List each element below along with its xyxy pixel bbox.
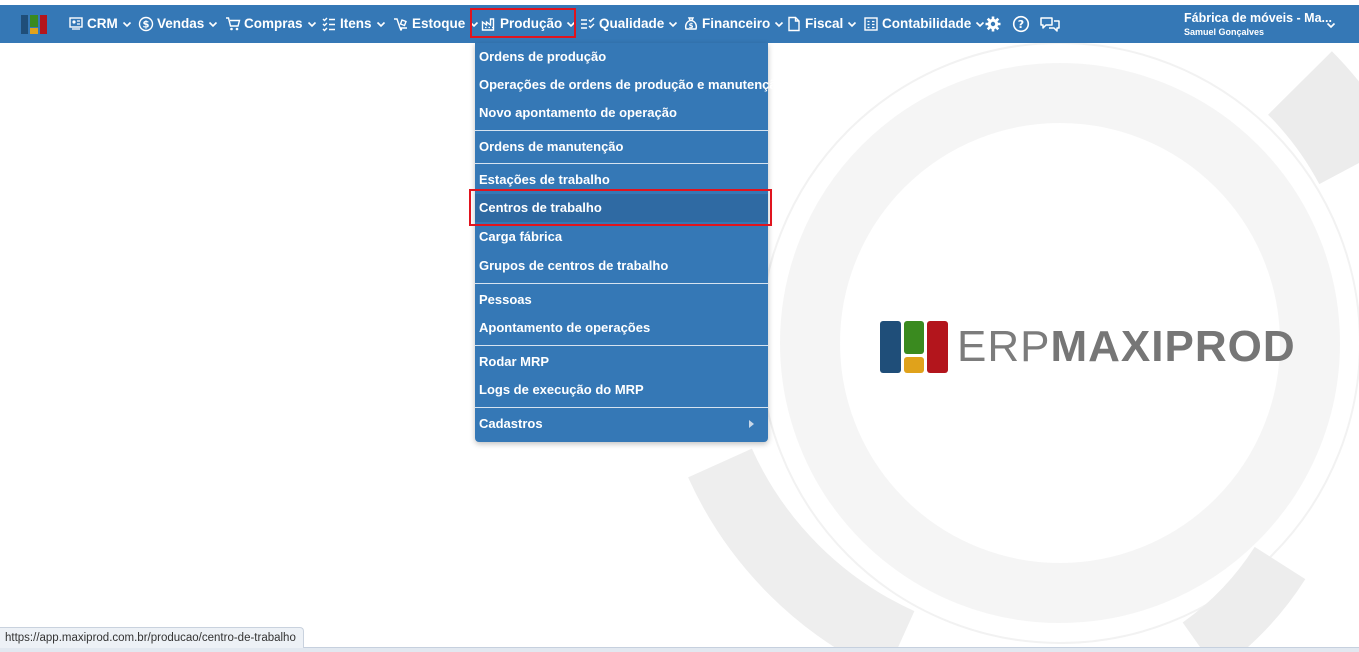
crm-icon bbox=[69, 17, 83, 30]
nav-financeiro[interactable]: $ Financeiro bbox=[683, 5, 784, 43]
chevron-down-icon bbox=[567, 21, 576, 28]
menu-item-ordens-de-producao[interactable]: Ordens de produção bbox=[475, 43, 768, 71]
nav-fiscal[interactable]: Fiscal bbox=[786, 5, 857, 43]
dollar-icon: $ bbox=[138, 16, 154, 32]
menu-divider bbox=[475, 283, 768, 284]
menu-item-logs-mrp[interactable]: Logs de execução do MRP bbox=[475, 376, 768, 404]
brand-text-erp: ERP bbox=[957, 322, 1051, 371]
brand-text-maxiprod: MAXIPROD bbox=[1050, 322, 1296, 371]
top-navigation-bar: CRM $ Vendas Compras Itens Estoque Produ… bbox=[0, 5, 1359, 43]
items-icon bbox=[322, 17, 335, 32]
menu-divider bbox=[475, 130, 768, 131]
chevron-down-icon bbox=[209, 21, 218, 28]
chevron-down-icon bbox=[848, 21, 857, 28]
menu-item-apontamento-de-operacoes[interactable]: Apontamento de operações bbox=[475, 314, 768, 342]
nav-estoque[interactable]: Estoque bbox=[393, 5, 479, 43]
menu-divider bbox=[475, 407, 768, 408]
menu-divider bbox=[475, 345, 768, 346]
chevron-down-icon bbox=[669, 21, 678, 28]
menu-item-carga-fabrica[interactable]: Carga fábrica bbox=[475, 223, 768, 251]
menu-item-novo-apontamento[interactable]: Novo apontamento de operação bbox=[475, 99, 768, 127]
nav-vendas[interactable]: $ Vendas bbox=[138, 5, 218, 43]
chevron-down-icon bbox=[376, 21, 385, 28]
cart-icon bbox=[226, 17, 241, 31]
ledger-icon bbox=[864, 17, 878, 31]
menu-item-operacoes-de-ordens[interactable]: Operações de ordens de produção e manute… bbox=[475, 71, 785, 99]
company-name: Fábrica de móveis - Ma... bbox=[1184, 11, 1332, 25]
menu-item-centros-de-trabalho[interactable]: Centros de trabalho bbox=[475, 194, 768, 222]
chevron-down-icon bbox=[307, 21, 316, 28]
svg-text:$: $ bbox=[143, 20, 150, 31]
menu-item-rodar-mrp[interactable]: Rodar MRP bbox=[475, 348, 768, 376]
menu-divider bbox=[475, 163, 768, 164]
nav-qualidade[interactable]: Qualidade bbox=[580, 5, 678, 43]
menu-item-estacoes-de-trabalho[interactable]: Estações de trabalho bbox=[475, 166, 768, 194]
nav-crm[interactable]: CRM bbox=[68, 5, 132, 43]
svg-text:$: $ bbox=[689, 22, 694, 30]
chat-icon[interactable] bbox=[1039, 15, 1061, 33]
money-bag-icon: $ bbox=[684, 17, 698, 30]
chevron-down-icon bbox=[122, 21, 131, 28]
menu-item-ordens-de-manutencao[interactable]: Ordens de manutenção bbox=[475, 133, 768, 161]
nav-compras[interactable]: Compras bbox=[225, 5, 317, 43]
nav-contabilidade[interactable]: Contabilidade bbox=[863, 5, 985, 43]
status-bar-url: https://app.maxiprod.com.br/producao/cen… bbox=[0, 627, 304, 648]
app-logo-icon[interactable] bbox=[21, 15, 47, 34]
gear-icon[interactable] bbox=[984, 15, 1002, 33]
nav-producao[interactable]: Produção bbox=[481, 5, 576, 43]
producao-dropdown-menu: Ordens de produção Operações de ordens d… bbox=[475, 43, 785, 442]
chevron-right-icon bbox=[749, 420, 754, 428]
factory-icon bbox=[481, 18, 495, 31]
svg-text:?: ? bbox=[1018, 18, 1024, 31]
help-icon[interactable]: ? bbox=[1012, 15, 1030, 33]
nav-itens[interactable]: Itens bbox=[321, 5, 386, 43]
chevron-down-icon bbox=[775, 21, 784, 28]
user-name: Samuel Gonçalves bbox=[1184, 27, 1265, 37]
stock-icon bbox=[394, 18, 407, 31]
chevron-down-icon bbox=[470, 21, 479, 28]
fiscal-doc-icon bbox=[788, 16, 800, 32]
menu-item-cadastros-label: Cadastros bbox=[479, 416, 543, 431]
menu-item-grupos-de-centros[interactable]: Grupos de centros de trabalho bbox=[475, 252, 768, 280]
menu-item-cadastros[interactable]: Cadastros bbox=[475, 410, 768, 438]
company-user-switcher[interactable]: Fábrica de móveis - Ma... Samuel Gonçalv… bbox=[1184, 11, 1332, 38]
quality-icon bbox=[581, 17, 595, 29]
menu-item-pessoas[interactable]: Pessoas bbox=[475, 286, 768, 314]
brand-logo-icon bbox=[880, 321, 948, 373]
brand-wordmark: ERPMAXIPROD bbox=[957, 318, 1296, 376]
chevron-down-icon[interactable] bbox=[1326, 20, 1336, 30]
